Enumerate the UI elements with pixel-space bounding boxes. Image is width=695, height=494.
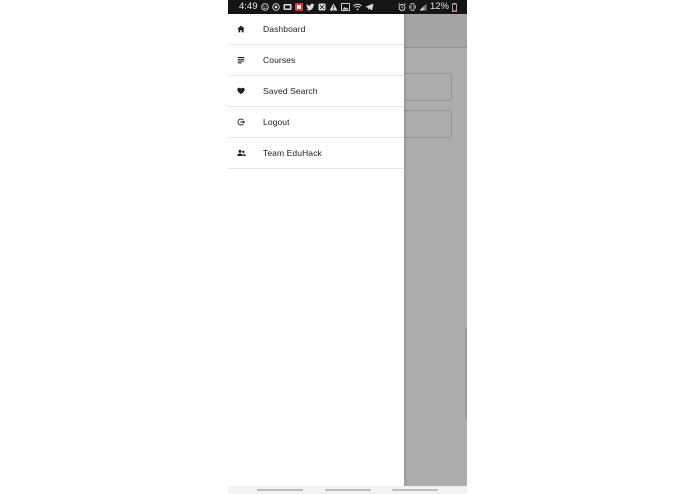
battery-icon: [452, 2, 457, 12]
drawer-item-label: Saved Search: [263, 86, 318, 96]
smiley-icon: [261, 3, 269, 11]
drawer-item-dashboard[interactable]: Dashboard: [228, 14, 404, 45]
alarm-icon: [398, 3, 406, 11]
vibrate-icon: [409, 3, 416, 11]
system-nav-bar: [228, 486, 467, 494]
drawer-item-label: Logout: [263, 117, 290, 127]
app-icon: [283, 4, 292, 10]
notification-icons: [261, 3, 374, 11]
list-icon: [236, 55, 246, 65]
drawer-item-courses[interactable]: Courses: [228, 45, 404, 76]
heart-icon: [236, 86, 246, 96]
nav-recents-button[interactable]: [257, 489, 303, 491]
warning-icon: [329, 3, 338, 11]
status-bar: 4:49 12%: [228, 0, 467, 14]
box-icon: [318, 3, 326, 11]
drawer-item-label: Dashboard: [263, 24, 306, 34]
logout-icon: [236, 117, 246, 127]
battery-percentage: 12%: [429, 1, 449, 12]
signal-icon: [419, 3, 427, 11]
navigation-drawer: Dashboard Courses Saved Search Logout Te…: [228, 14, 404, 486]
wifi-icon: [353, 3, 362, 11]
target-icon: [272, 3, 280, 11]
team-icon: [236, 148, 246, 158]
nav-back-button[interactable]: [392, 489, 438, 491]
twitter-icon: [306, 3, 315, 11]
nav-home-button[interactable]: [325, 489, 371, 491]
telegram-icon: [365, 3, 374, 11]
phone-screen: 4:49 12% Dashboard Courses Saved Search …: [228, 0, 467, 494]
drawer-item-label: Team EduHack: [263, 148, 322, 158]
drawer-item-saved-search[interactable]: Saved Search: [228, 76, 404, 107]
drawer-item-logout[interactable]: Logout: [228, 107, 404, 138]
status-time: 4:49: [239, 1, 258, 12]
status-right: 12%: [398, 1, 457, 13]
red-app-icon: [295, 3, 303, 11]
drawer-item-team-eduhack[interactable]: Team EduHack: [228, 138, 404, 169]
drawer-item-label: Courses: [263, 55, 296, 65]
home-icon: [236, 24, 246, 34]
image-icon: [341, 3, 350, 11]
